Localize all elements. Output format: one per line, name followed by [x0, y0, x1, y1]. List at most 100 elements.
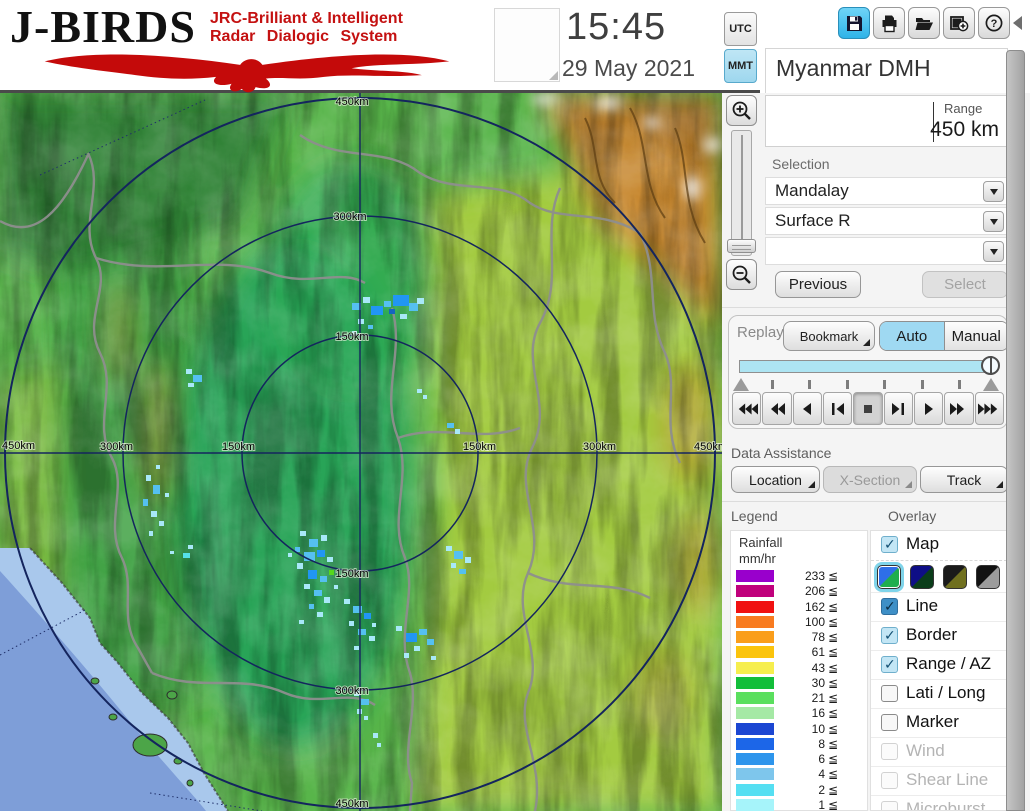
printer-icon [882, 15, 896, 32]
map-zoom-slider[interactable] [731, 130, 752, 256]
site-dropdown[interactable]: Mandalay [765, 177, 1008, 205]
logo-title: J-BIRDS [10, 1, 196, 52]
overlay-row-range-az[interactable]: Range / AZ [871, 650, 1007, 679]
legend-threshold-value: 6 [818, 752, 825, 766]
rewind-fast-button[interactable] [732, 392, 762, 425]
overlay-row-wind[interactable]: Wind [871, 737, 1007, 766]
product-dropdown-button[interactable] [983, 211, 1004, 232]
map-zoom-slider-handle[interactable] [727, 239, 756, 253]
legend-color-swatch [736, 692, 774, 704]
help-button[interactable]: ? [978, 7, 1010, 39]
checkbox-icon[interactable] [881, 801, 898, 810]
checkbox-icon[interactable] [881, 685, 898, 702]
location-button[interactable]: Location [731, 466, 820, 493]
checkbox-icon[interactable] [881, 772, 898, 789]
ring-label: 150km [463, 441, 496, 453]
track-button[interactable]: Track [920, 466, 1008, 493]
option-dropdown[interactable] [765, 237, 1008, 265]
checkbox-icon[interactable] [881, 714, 898, 731]
product-dropdown[interactable]: Surface R [765, 207, 1008, 235]
add-image-button[interactable] [943, 7, 975, 39]
option-dropdown-button[interactable] [983, 241, 1004, 262]
legend-threshold-value: 21 [811, 691, 825, 705]
legend-entry: 16 ≦ [731, 706, 867, 721]
stop-icon [863, 404, 872, 413]
location-button-label: Location [749, 471, 802, 488]
map-style-swatch-2[interactable] [910, 565, 934, 589]
timezone-mmt-button[interactable]: MMT [724, 49, 757, 83]
overlay-row-map[interactable]: Map [871, 531, 1007, 560]
timeline-tick [771, 380, 774, 389]
bookmark-button[interactable]: Bookmark [783, 321, 875, 351]
print-button[interactable] [873, 7, 905, 39]
ring-label: 450km [2, 440, 35, 452]
radar-map[interactable]: 450km 300km 150km 150km 300km 450km 450k… [0, 93, 722, 811]
overlay-row-microburst[interactable]: Microburst [871, 795, 1007, 810]
overlay-item-label: Line [906, 596, 939, 615]
legend-color-swatch [736, 722, 774, 735]
ring-label: 450km [335, 798, 368, 810]
open-folder-button[interactable] [908, 7, 940, 39]
chevron-down-icon [989, 218, 998, 225]
map-zoom-in-button[interactable] [726, 95, 757, 126]
overlay-row-border[interactable]: Border [871, 621, 1007, 650]
range-label: Range [944, 101, 983, 116]
less-equal-symbol: ≦ [828, 584, 839, 599]
fast-forward-max-button[interactable] [974, 392, 1004, 425]
site-dropdown-button[interactable] [983, 181, 1004, 202]
folder-icon [915, 17, 933, 30]
save-button[interactable] [838, 7, 870, 39]
play-reverse-button[interactable] [792, 392, 822, 425]
replay-mode-switch: Auto Manual [879, 321, 1009, 351]
checkbox-icon[interactable] [881, 656, 898, 673]
track-button-label: Track [946, 471, 982, 488]
snapshot-box[interactable] [494, 8, 560, 82]
data-assistance-label: Data Assistance [731, 445, 832, 461]
less-equal-symbol: ≦ [828, 767, 839, 782]
map-style-swatch-3[interactable] [943, 565, 967, 589]
stop-button[interactable] [853, 392, 883, 425]
range-value: 450 km [930, 118, 999, 141]
checkbox-icon[interactable] [881, 536, 898, 553]
select-button[interactable]: Select [922, 271, 1008, 298]
checkbox-icon[interactable] [881, 743, 898, 760]
replay-timeline-slider[interactable] [739, 360, 991, 373]
overlay-row-lati-long[interactable]: Lati / Long [871, 679, 1007, 708]
product-dropdown-value: Surface R [775, 211, 851, 230]
resize-grip-icon[interactable] [549, 71, 558, 80]
legend-entry: 8 ≦ [731, 737, 867, 752]
replay-manual-button[interactable]: Manual [943, 322, 1008, 350]
checkbox-icon[interactable] [881, 598, 898, 615]
x-section-button[interactable]: X-Section [823, 466, 917, 493]
step-forward-button[interactable] [883, 392, 913, 425]
rewind-button[interactable] [762, 392, 792, 425]
overlay-row-line[interactable]: Line [871, 592, 1007, 621]
rewind-fast-icon [738, 403, 758, 414]
ring-label: 300km [583, 441, 616, 453]
replay-timeline-handle[interactable] [981, 356, 1000, 375]
selection-label: Selection [772, 156, 830, 172]
map-style-swatch-1[interactable] [877, 565, 901, 589]
timezone-utc-button[interactable]: UTC [724, 12, 757, 46]
header-bar: J-BIRDS JRC-Brilliant & Intelligent Rada… [0, 0, 760, 93]
previous-button[interactable]: Previous [775, 271, 861, 298]
legend-threshold-value: 206 [804, 584, 825, 599]
play-button[interactable] [913, 392, 944, 425]
fast-forward-icon [950, 402, 965, 415]
map-style-swatch-4[interactable] [976, 565, 1000, 589]
station-name: Myanmar DMH [776, 55, 931, 81]
overlay-row-marker[interactable]: Marker [871, 708, 1007, 737]
save-icon [846, 15, 862, 31]
step-back-button[interactable] [822, 392, 853, 425]
ring-label: 150km [335, 331, 368, 343]
legend-threshold-value: 2 [818, 782, 825, 797]
add-image-icon [950, 15, 969, 31]
overlay-row-shear-line[interactable]: Shear Line [871, 766, 1007, 795]
legend-entry: 2 ≦ [731, 783, 867, 798]
replay-auto-button[interactable]: Auto [880, 322, 944, 350]
map-zoom-out-button[interactable] [726, 259, 757, 290]
fast-forward-button[interactable] [944, 392, 974, 425]
panel-splitter[interactable] [1006, 50, 1025, 811]
panel-collapse-arrow-icon[interactable] [1013, 16, 1022, 30]
checkbox-icon[interactable] [881, 627, 898, 644]
